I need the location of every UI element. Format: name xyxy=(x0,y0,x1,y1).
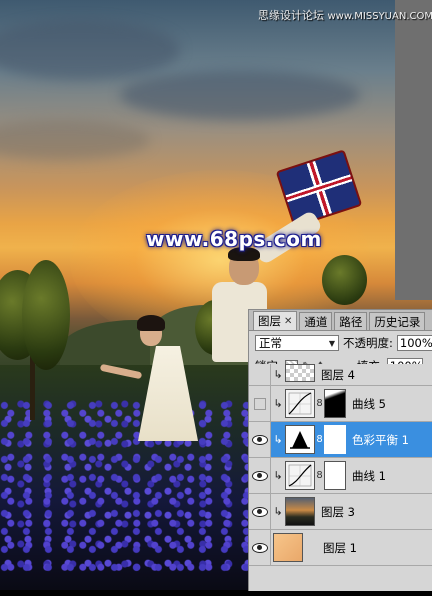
layer-row[interactable]: ↳ 图层 4 xyxy=(249,364,432,386)
visibility-toggle[interactable] xyxy=(249,422,271,457)
tree xyxy=(22,260,70,370)
watermark: www.68ps.com xyxy=(146,227,322,251)
flowers xyxy=(0,400,255,580)
layer-row[interactable]: 图层 1 xyxy=(249,530,432,566)
layer-row[interactable]: ↳ 8 曲线 1 xyxy=(249,458,432,494)
canvas-background xyxy=(395,0,432,300)
layer-name: 图层 3 xyxy=(321,504,355,520)
tree xyxy=(322,255,367,305)
visibility-toggle[interactable] xyxy=(249,494,271,529)
blend-row: 正常 ▼ 不透明度: 100% xyxy=(249,331,432,355)
layer-name: 色彩平衡 1 xyxy=(352,432,409,448)
eye-icon xyxy=(252,471,268,481)
tab-label: 路径 xyxy=(339,314,362,330)
tab-channels[interactable]: 通道 xyxy=(299,312,332,330)
panel-tabs: 图层 ✕ 通道 路径 历史记录 xyxy=(249,310,432,331)
layer-row[interactable]: ↳ 8 曲线 5 xyxy=(249,386,432,422)
chevron-down-icon: ▼ xyxy=(329,339,335,348)
cloud xyxy=(120,70,360,120)
visibility-toggle[interactable] xyxy=(249,530,271,565)
tab-label: 图层 xyxy=(258,313,281,329)
link-icon[interactable]: 8 xyxy=(315,470,324,481)
clip-arrow-icon: ↳ xyxy=(271,433,285,446)
clip-arrow-icon: ↳ xyxy=(271,505,285,518)
layer-thumbnail xyxy=(285,497,315,526)
link-icon[interactable]: 8 xyxy=(315,398,324,409)
layer-mask[interactable] xyxy=(324,461,346,490)
visibility-toggle[interactable] xyxy=(249,364,271,385)
layer-row[interactable]: ↳ 图层 3 xyxy=(249,494,432,530)
opacity-input[interactable]: 100% xyxy=(397,335,432,351)
link-icon[interactable]: 8 xyxy=(315,434,324,445)
layer-thumbnail xyxy=(285,364,315,382)
eye-icon xyxy=(252,507,268,517)
clip-arrow-icon: ↳ xyxy=(271,397,285,410)
cloud xyxy=(0,20,180,80)
credit-domain: www.MISSYUAN.COM xyxy=(328,11,432,22)
clip-arrow-icon: ↳ xyxy=(271,368,285,381)
layer-list: ↳ 图层 4 ↳ 8 曲线 5 ↳ 8 色彩平衡 1 xyxy=(249,364,432,596)
curves-icon xyxy=(285,389,315,418)
layer-mask[interactable] xyxy=(324,389,346,418)
visibility-toggle[interactable] xyxy=(249,386,271,421)
cloud xyxy=(0,120,150,160)
tab-paths[interactable]: 路径 xyxy=(334,312,367,330)
blend-mode-value: 正常 xyxy=(259,335,282,351)
woman-hair xyxy=(137,315,165,331)
color-balance-icon xyxy=(285,425,315,454)
layer-row-selected[interactable]: ↳ 8 色彩平衡 1 xyxy=(249,422,432,458)
eye-icon xyxy=(252,435,268,445)
layers-panel: 图层 ✕ 通道 路径 历史记录 正常 ▼ 不透明度: 100% 锁定: ✎ ✥ … xyxy=(248,309,432,591)
close-icon[interactable]: ✕ xyxy=(284,316,292,327)
layer-mask[interactable] xyxy=(324,425,346,454)
visibility-toggle[interactable] xyxy=(249,458,271,493)
tab-label: 通道 xyxy=(304,314,327,330)
layer-name: 曲线 5 xyxy=(352,396,386,412)
credit-text: 思缘设计论坛 xyxy=(258,9,324,22)
opacity-label: 不透明度: xyxy=(343,335,393,351)
tab-history[interactable]: 历史记录 xyxy=(369,312,425,330)
eye-icon xyxy=(252,543,268,553)
tab-layers[interactable]: 图层 ✕ xyxy=(253,311,297,330)
layer-name: 图层 4 xyxy=(321,367,355,383)
layer-name: 曲线 1 xyxy=(352,468,386,484)
curves-icon xyxy=(285,461,315,490)
clip-arrow-icon: ↳ xyxy=(271,469,285,482)
blend-mode-select[interactable]: 正常 ▼ xyxy=(255,335,339,351)
layer-thumbnail xyxy=(273,533,303,562)
layer-name: 图层 1 xyxy=(323,540,357,556)
credit-watermark: 思缘设计论坛 www.MISSYUAN.COM xyxy=(258,7,432,23)
tab-label: 历史记录 xyxy=(374,314,420,330)
